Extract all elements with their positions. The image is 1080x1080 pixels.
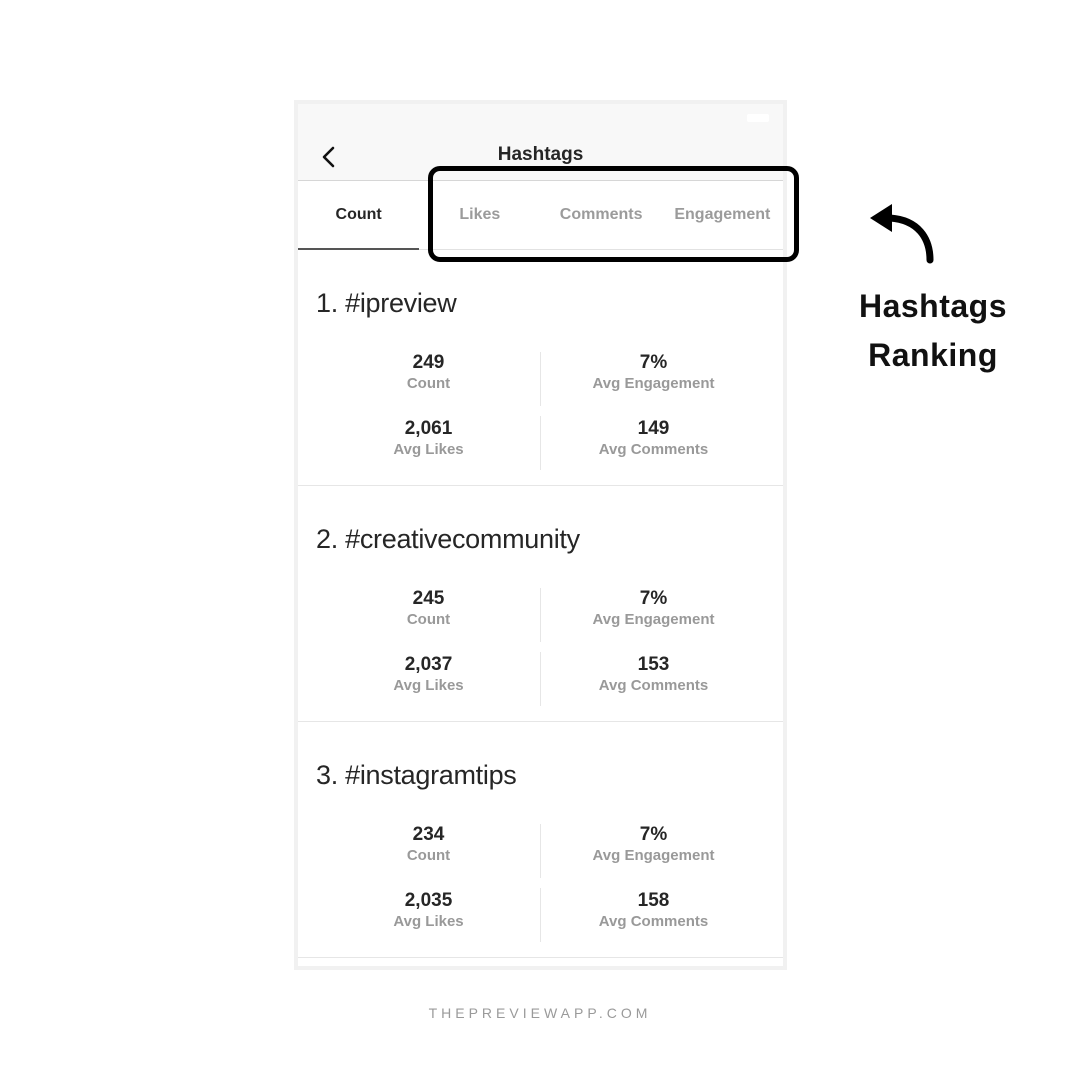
- stat-avg-likes: 2,061 Avg Likes: [316, 418, 541, 460]
- stat-value: 2,061: [404, 418, 453, 439]
- stat-value: 234: [412, 824, 445, 845]
- footer-website: THEPREVIEWAPP.COM: [428, 1005, 652, 1021]
- hashtag-item[interactable]: 3. #instagramtips 234 Count 7% Avg Engag…: [298, 722, 783, 958]
- hashtag-title: 2. #creativecommunity: [316, 524, 580, 554]
- stat-value: 2,037: [404, 654, 453, 675]
- page-title: Hashtags: [497, 144, 584, 165]
- hashtag-stats: 249 Count 7% Avg Engagement 2,061 Avg Li…: [316, 352, 766, 472]
- stat-count: 245 Count: [316, 588, 541, 630]
- app-screen: Hashtags Count Likes Comments Engagement…: [298, 104, 783, 966]
- phone-frame: Hashtags Count Likes Comments Engagement…: [294, 100, 787, 970]
- stat-label: Avg Comments: [598, 441, 709, 458]
- hashtag-stats: 245 Count 7% Avg Engagement 2,037 Avg Li…: [316, 588, 766, 708]
- stat-avg-comments: 153 Avg Comments: [541, 654, 766, 696]
- tab-likes[interactable]: Likes: [419, 181, 540, 249]
- stat-count: 234 Count: [316, 824, 541, 866]
- hashtag-stats: 234 Count 7% Avg Engagement 2,035 Avg Li…: [316, 824, 766, 944]
- stat-label: Count: [406, 611, 451, 628]
- stat-value: 7%: [639, 824, 668, 845]
- stat-avg-likes: 2,035 Avg Likes: [316, 890, 541, 932]
- hashtag-title: 1. #ipreview: [316, 288, 457, 318]
- hashtag-list: 1. #ipreview 249 Count 7% Avg Engagement…: [298, 250, 783, 958]
- annotation-label: Hashtags Ranking: [830, 282, 1036, 380]
- stat-label: Count: [406, 375, 451, 392]
- annotation-line-2: Ranking: [868, 337, 998, 373]
- tab-engagement[interactable]: Engagement: [662, 181, 783, 249]
- stat-value: 249: [412, 352, 445, 373]
- annotation-line-1: Hashtags: [858, 288, 1008, 324]
- hashtag-item[interactable]: 1. #ipreview 249 Count 7% Avg Engagement…: [298, 250, 783, 486]
- stat-count: 249 Count: [316, 352, 541, 394]
- stat-value: 7%: [639, 588, 668, 609]
- navbar: Hashtags: [298, 134, 783, 181]
- stat-label: Avg Engagement: [592, 847, 715, 864]
- stat-label: Avg Engagement: [592, 375, 715, 392]
- stat-label: Avg Likes: [393, 913, 464, 930]
- stat-value: 158: [637, 890, 670, 911]
- hashtag-title: 3. #instagramtips: [316, 760, 517, 790]
- stat-label: Avg Comments: [598, 913, 709, 930]
- battery-icon: [747, 114, 769, 122]
- stat-avg-comments: 158 Avg Comments: [541, 890, 766, 932]
- tab-bar: Count Likes Comments Engagement: [298, 181, 783, 250]
- stat-avg-engagement: 7% Avg Engagement: [541, 824, 766, 866]
- stat-label: Count: [406, 847, 451, 864]
- curved-arrow-icon: [870, 204, 934, 264]
- stat-avg-comments: 149 Avg Comments: [541, 418, 766, 460]
- stat-avg-engagement: 7% Avg Engagement: [541, 588, 766, 630]
- stat-value: 153: [637, 654, 670, 675]
- stat-label: Avg Comments: [598, 677, 709, 694]
- stat-value: 149: [637, 418, 670, 439]
- status-bar: [298, 104, 783, 134]
- stat-value: 2,035: [404, 890, 453, 911]
- stat-label: Avg Engagement: [592, 611, 715, 628]
- stat-value: 245: [412, 588, 445, 609]
- stat-label: Avg Likes: [393, 677, 464, 694]
- stat-value: 7%: [639, 352, 668, 373]
- hashtag-item[interactable]: 2. #creativecommunity 245 Count 7% Avg E…: [298, 486, 783, 722]
- stat-label: Avg Likes: [393, 441, 464, 458]
- tab-count[interactable]: Count: [298, 181, 420, 250]
- tab-comments[interactable]: Comments: [541, 181, 662, 249]
- stat-avg-engagement: 7% Avg Engagement: [541, 352, 766, 394]
- stat-avg-likes: 2,037 Avg Likes: [316, 654, 541, 696]
